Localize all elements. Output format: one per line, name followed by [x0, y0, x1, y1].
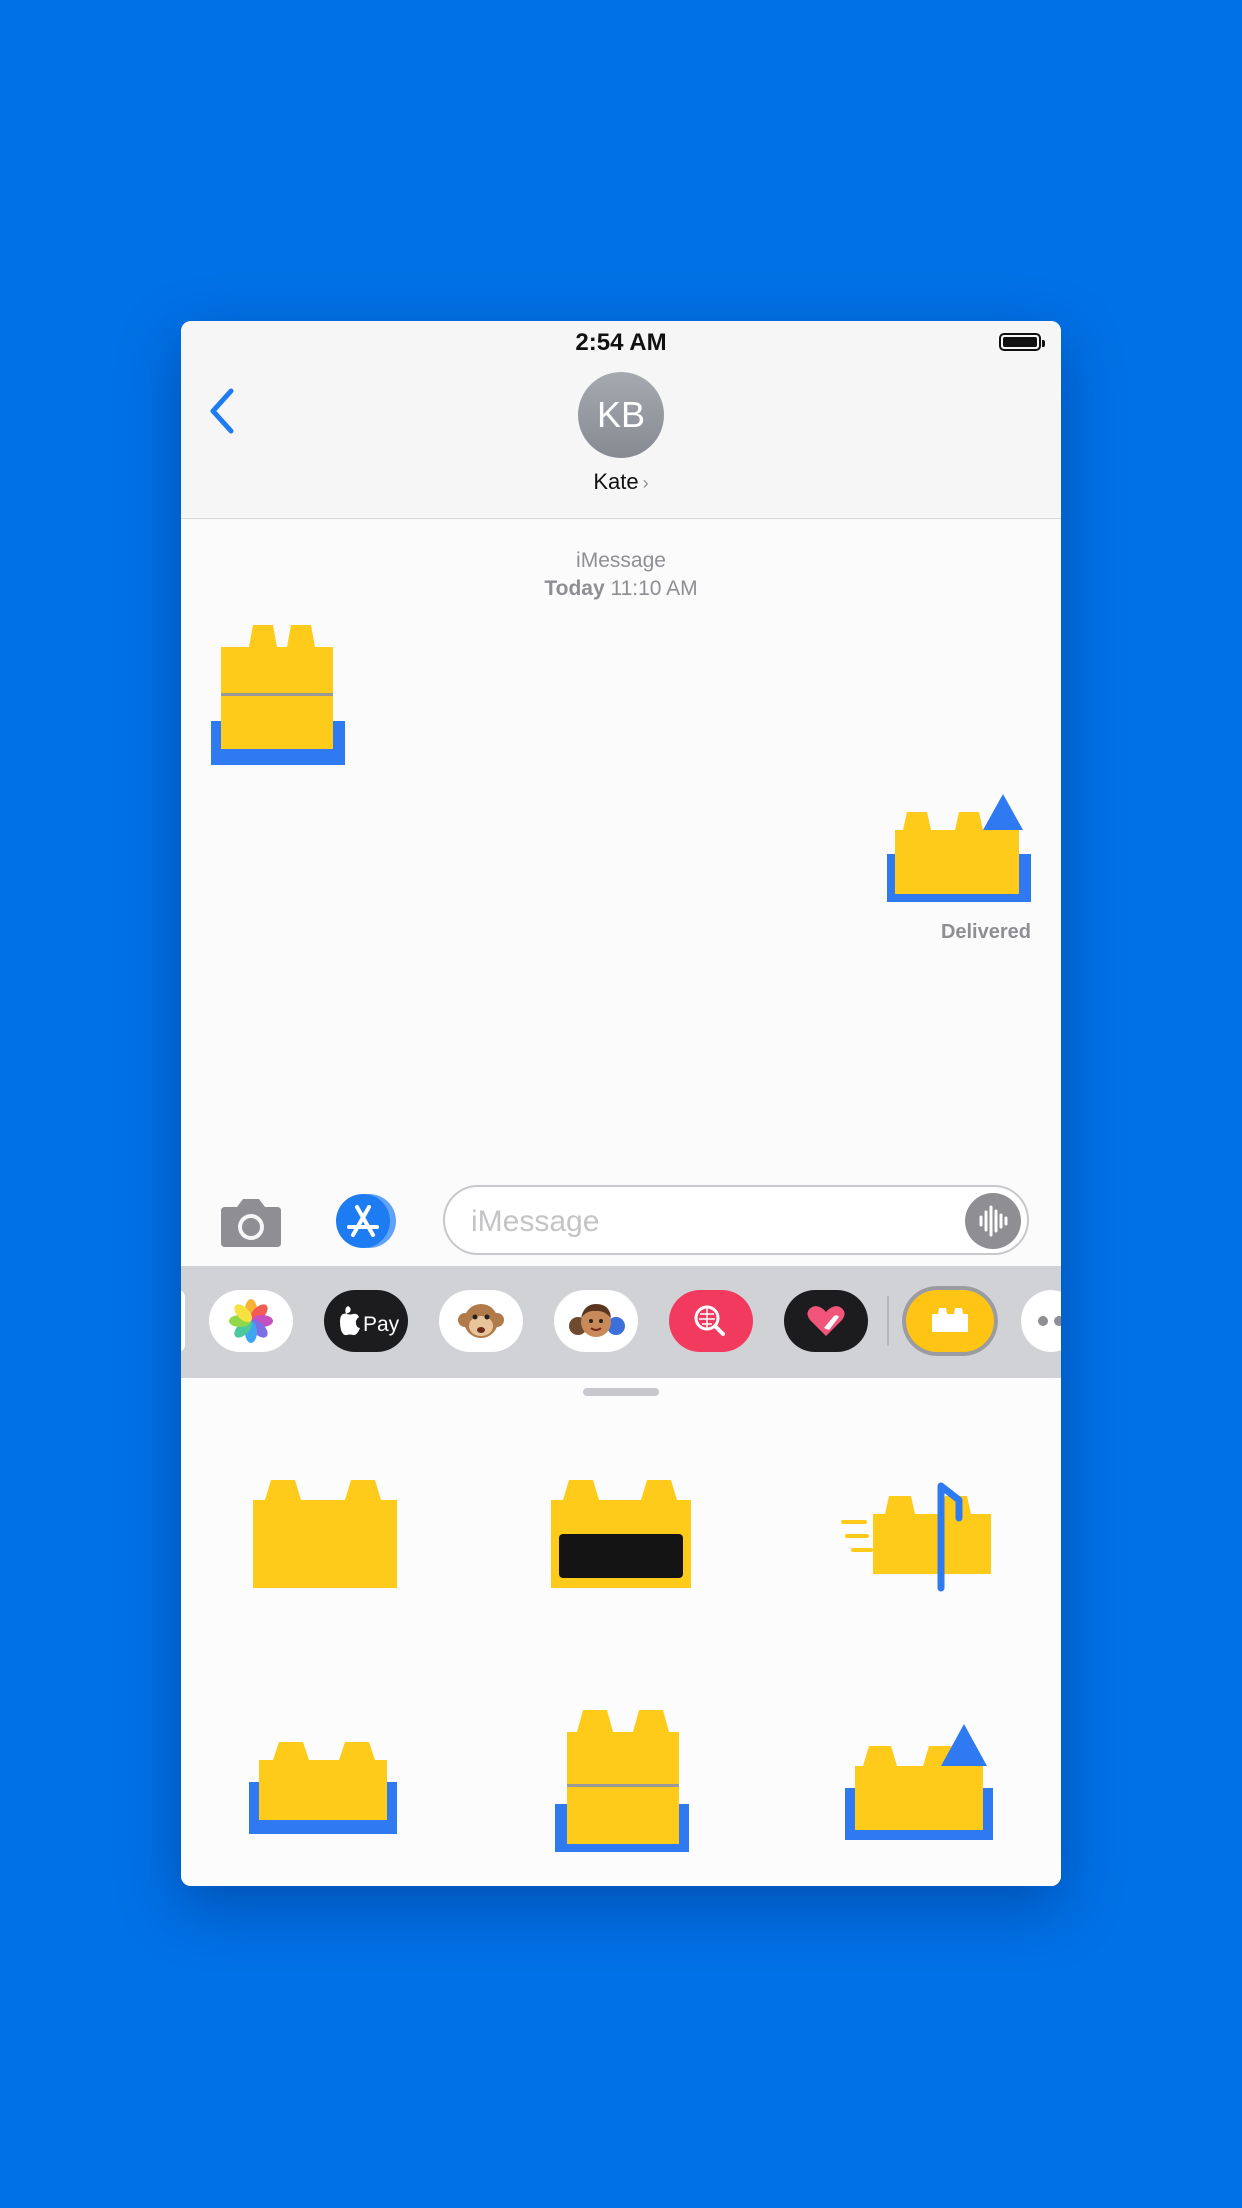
memoji-icon[interactable] — [554, 1290, 638, 1352]
app-store-icon[interactable] — [329, 1191, 407, 1251]
app-strip-divider — [887, 1296, 889, 1346]
conversation-header: 2:54 AM KB Kate › — [181, 321, 1061, 519]
sticker-brick-tray[interactable] — [245, 1730, 405, 1850]
delivered-label: Delivered — [940, 921, 1031, 943]
image-search-icon[interactable] — [669, 1290, 753, 1352]
message-input-placeholder: iMessage — [471, 1205, 600, 1238]
animoji-monkey-icon[interactable] — [439, 1290, 523, 1352]
sticker-brick-triangle[interactable] — [841, 1718, 1001, 1853]
sticker-brick-door-moving[interactable] — [841, 1478, 1001, 1598]
more-apps-icon[interactable] — [1021, 1290, 1061, 1352]
message-input[interactable]: iMessage — [443, 1185, 1029, 1255]
photos-app-icon[interactable] — [209, 1290, 293, 1352]
scroll-edge-indicator — [181, 1290, 185, 1352]
svg-text:Pay: Pay — [363, 1313, 400, 1336]
battery-icon — [999, 333, 1045, 351]
sticker-brick-tall-tray[interactable] — [541, 1708, 701, 1858]
timestamp-time: 11:10 AM — [610, 577, 698, 600]
contact-name-button[interactable]: Kate › — [181, 469, 1061, 495]
messages-app-window: 2:54 AM KB Kate › iMessage Today 11:10 AM… — [181, 321, 1061, 1886]
incoming-brick-sticker[interactable] — [209, 621, 349, 771]
apple-pay-icon[interactable]: Pay — [324, 1290, 408, 1352]
drawer-grabber[interactable] — [583, 1388, 659, 1396]
audio-waveform-icon[interactable] — [965, 1193, 1021, 1249]
app-drawer-strip: Pay — [181, 1266, 1061, 1378]
conversation-timestamp: iMessage Today 11:10 AM — [181, 547, 1061, 603]
outgoing-brick-triangle-sticker[interactable] — [883, 786, 1035, 916]
digital-touch-icon[interactable] — [784, 1290, 868, 1352]
sticker-drawer — [181, 1378, 1061, 1886]
back-chevron-icon[interactable] — [203, 381, 243, 441]
camera-icon[interactable] — [217, 1195, 285, 1251]
sticker-brick-plain[interactable] — [245, 1478, 405, 1598]
status-time: 2:54 AM — [575, 329, 667, 356]
contact-name: Kate — [593, 469, 639, 494]
timestamp-day: Today — [544, 577, 605, 600]
brick-sticker-app-icon[interactable] — [902, 1286, 998, 1356]
service-label: iMessage — [576, 549, 666, 572]
compose-bar: iMessage — [181, 1181, 1061, 1265]
contact-avatar[interactable]: KB — [578, 372, 664, 458]
sticker-brick-black-band[interactable] — [541, 1478, 701, 1598]
chevron-right-icon: › — [642, 473, 649, 493]
